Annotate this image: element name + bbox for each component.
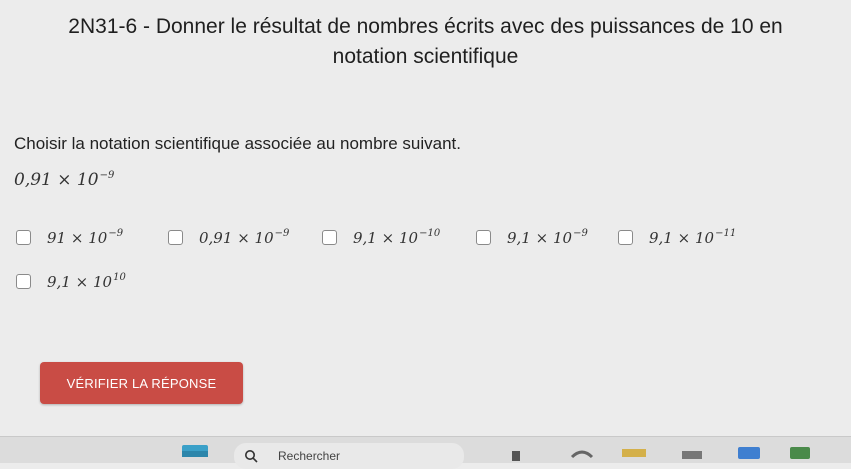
option-1-mantissa: 91 (47, 228, 67, 247)
verify-answer-button[interactable]: VÉRIFIER LA RÉPONSE (40, 362, 243, 404)
app-icon-4[interactable] (682, 449, 702, 461)
option-6-label: 9,1 × 1010 (47, 272, 126, 291)
option-1-base: 10 (88, 228, 108, 247)
option-1-exponent: −9 (108, 227, 124, 239)
option-3-exponent: −10 (419, 227, 441, 239)
option-3-base: 10 (399, 228, 419, 247)
checkbox-option-3[interactable] (322, 229, 337, 245)
checkbox-option-4[interactable] (476, 229, 491, 245)
search-label: Rechercher (278, 449, 341, 463)
option-6-base: 10 (93, 272, 113, 291)
option-5-exponent: −11 (715, 227, 737, 239)
widgets-icon[interactable] (182, 445, 208, 457)
option-5[interactable]: 9,1 × 10−11 (618, 226, 736, 248)
app-icon-5[interactable] (738, 447, 760, 459)
option-1-times: × (70, 228, 84, 247)
option-6[interactable]: 9,1 × 1010 (16, 270, 126, 292)
option-3-times: × (381, 228, 395, 247)
checkbox-option-2[interactable] (168, 229, 183, 245)
given-number: 0,91 × 10−9 (14, 170, 114, 190)
checkbox-option-1[interactable] (16, 229, 31, 245)
option-6-times: × (75, 272, 89, 291)
given-base: 10 (76, 170, 99, 190)
given-mantissa: 0,91 (14, 170, 52, 190)
option-2-label: 0,91 × 10−9 (199, 228, 289, 247)
option-1-label: 91 × 10−9 (47, 228, 123, 247)
option-1[interactable]: 91 × 10−9 (16, 226, 123, 248)
given-exponent: −9 (99, 170, 115, 181)
option-2-times: × (237, 228, 250, 247)
option-5-label: 9,1 × 10−11 (649, 228, 736, 247)
option-2[interactable]: 0,91 × 10−9 (168, 226, 289, 248)
option-4-base: 10 (553, 228, 573, 247)
title-line-1: 2N31-6 - Donner le résultat de nombres é… (68, 15, 783, 38)
app-icon-3[interactable] (622, 447, 646, 459)
checkbox-option-6[interactable] (16, 273, 31, 289)
search-icon (245, 450, 258, 463)
option-4-exponent: −9 (573, 227, 588, 239)
question-text: Choisir la notation scientifique associé… (14, 134, 461, 153)
app-icon-6[interactable] (790, 447, 810, 459)
option-3-mantissa: 9,1 (353, 228, 377, 247)
option-3[interactable]: 9,1 × 10−10 (322, 226, 440, 248)
app-icon-2[interactable] (570, 447, 594, 459)
title-line-2: notation scientifique (332, 45, 519, 68)
option-3-label: 9,1 × 10−10 (353, 228, 440, 247)
option-6-exponent: 10 (113, 271, 126, 283)
option-4-times: × (535, 228, 549, 247)
option-4[interactable]: 9,1 × 10−9 (476, 226, 588, 248)
app-icon-1[interactable] (512, 451, 520, 463)
option-6-mantissa: 9,1 (47, 272, 71, 291)
option-5-mantissa: 9,1 (649, 228, 673, 247)
given-times: × (57, 170, 72, 190)
taskbar: Rechercher (0, 436, 851, 469)
checkbox-option-5[interactable] (618, 229, 633, 245)
exercise-title: 2N31-6 - Donner le résultat de nombres é… (0, 12, 851, 72)
option-2-exponent: −9 (274, 227, 290, 239)
option-2-mantissa: 0,91 (199, 228, 233, 247)
taskbar-search[interactable]: Rechercher (234, 443, 464, 469)
option-5-times: × (677, 228, 691, 247)
option-2-base: 10 (254, 228, 274, 247)
option-4-label: 9,1 × 10−9 (507, 228, 588, 247)
option-5-base: 10 (695, 228, 715, 247)
option-4-mantissa: 9,1 (507, 228, 531, 247)
